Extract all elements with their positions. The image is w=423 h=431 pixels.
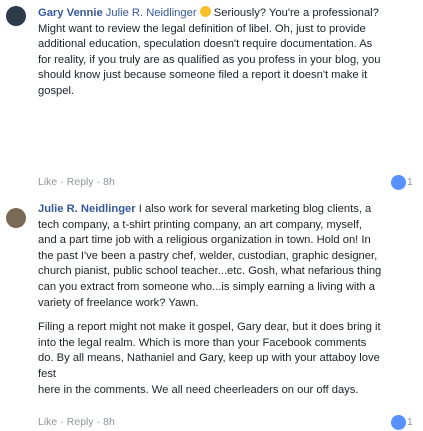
comment-paragraph: Filing a report might not make it gospel… [38,321,381,380]
comment-body: Gary Vennie Julie R. Neidlinger Seriousl… [38,6,383,100]
grimace-emoji-icon [199,6,211,17]
reaction-count[interactable]: 1 [407,416,413,428]
mention-link[interactable]: Julie R. Neidlinger [106,7,197,19]
avatar[interactable] [6,208,26,228]
comment-paragraph: Julie R. Neidlinger I also work for seve… [38,202,383,311]
comment-author[interactable]: Gary Vennie [38,7,103,19]
reaction-count[interactable]: 1 [407,176,413,188]
comment-text: Seriously? You're a professional? Might … [38,7,381,97]
like-reaction-icon[interactable] [390,414,407,431]
comment-actions: Like · Reply · 8h [38,176,115,188]
comment-author[interactable]: Julie R. Neidlinger [38,203,136,215]
avatar[interactable] [6,6,26,26]
timestamp[interactable]: 8h [103,176,115,188]
timestamp[interactable]: 8h [103,416,115,428]
comment-text: I also work for several marketing blog c… [38,203,382,309]
comment-body: Julie R. Neidlinger I also work for seve… [38,202,383,398]
reply-link[interactable]: Reply [67,416,94,428]
reply-link[interactable]: Reply [67,176,94,188]
like-link[interactable]: Like [38,176,57,188]
comment-actions: Like · Reply · 8h [38,416,115,428]
like-link[interactable]: Like [38,416,57,428]
comment-paragraph: here in the comments. We all need cheerl… [38,383,359,396]
like-reaction-icon[interactable] [390,174,407,191]
